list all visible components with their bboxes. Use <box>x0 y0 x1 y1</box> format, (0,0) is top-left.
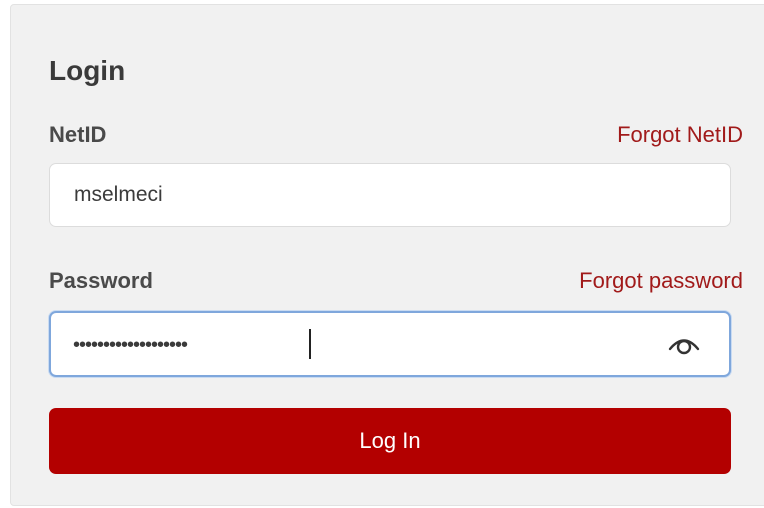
forgot-password-link[interactable]: Forgot password <box>579 267 743 295</box>
login-button[interactable]: Log In <box>49 408 731 474</box>
netid-label: NetID <box>49 122 107 147</box>
password-label: Password <box>49 268 153 293</box>
password-input[interactable] <box>71 313 615 377</box>
eye-icon[interactable] <box>667 330 701 358</box>
text-caret <box>309 329 311 359</box>
login-title: Login <box>49 55 126 86</box>
netid-input[interactable] <box>49 163 731 227</box>
login-panel: Login NetID Forgot NetID Password Forgot… <box>10 4 764 506</box>
password-field[interactable] <box>49 311 731 377</box>
forgot-netid-link[interactable]: Forgot NetID <box>617 121 743 149</box>
